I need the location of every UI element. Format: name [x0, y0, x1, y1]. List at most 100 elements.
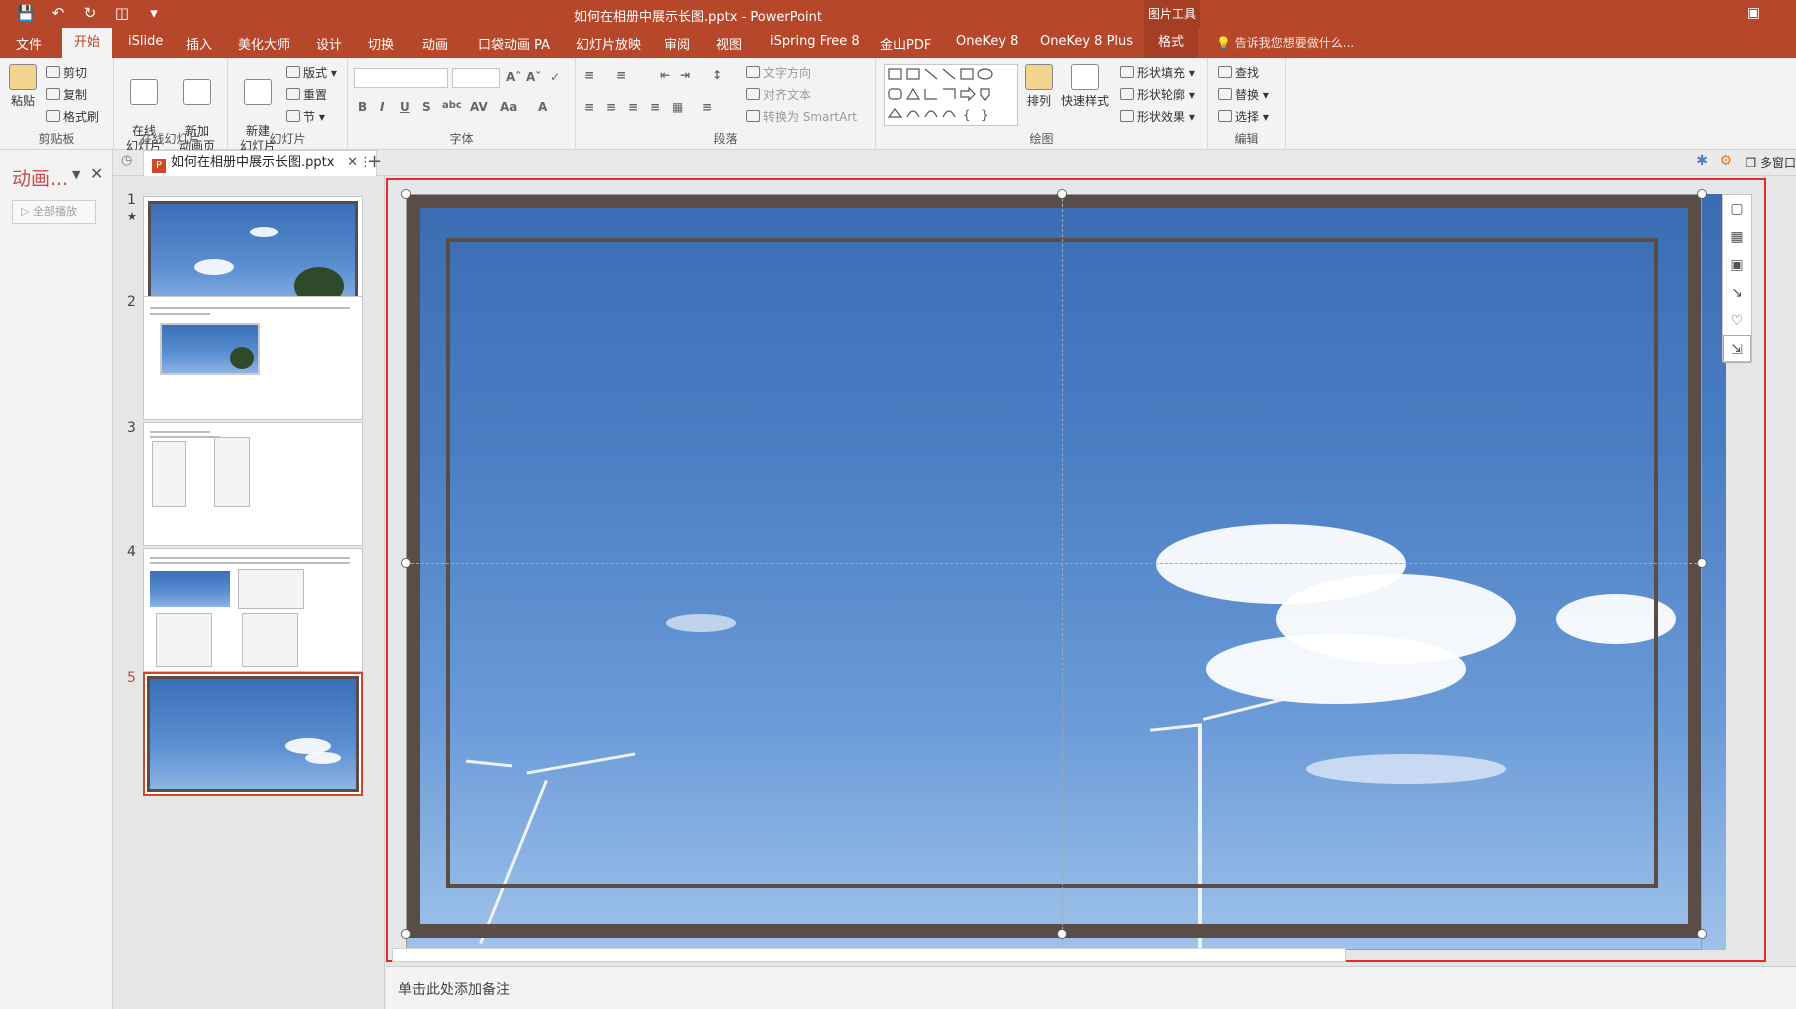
text-line — [150, 431, 210, 433]
tab-design[interactable]: 设计 — [316, 34, 342, 53]
slide-number: 2 — [127, 294, 136, 310]
text-direction-button[interactable]: 文字方向 — [746, 64, 811, 81]
select-button[interactable]: 选择 ▾ — [1218, 108, 1269, 125]
play-all-label: 全部播放 — [32, 205, 77, 218]
drawing-group: {} 排列 快速样式 形状填充 ▾ 形状轮廓 ▾ 形状效果 ▾ 绘图 — [876, 58, 1208, 150]
play-all-button[interactable]: ▷ 全部播放 — [12, 200, 96, 224]
numbering-icon[interactable]: ≡ — [616, 68, 626, 82]
shape-outline-button[interactable]: 形状轮廓 ▾ — [1120, 86, 1195, 103]
shadow-icon[interactable]: S — [422, 100, 431, 114]
copy-button[interactable]: 复制 — [46, 86, 87, 103]
document-tab[interactable]: P 如何在相册中展示长图.pptx ✕ ⋮ — [143, 150, 377, 176]
bold-icon[interactable]: B — [358, 100, 367, 114]
add-tab-icon[interactable]: + — [367, 151, 382, 172]
tab-kingsoft-pdf[interactable]: 金山PDF — [880, 34, 931, 53]
reset-button[interactable]: 重置 — [286, 86, 327, 103]
replace-button[interactable]: 替换 ▾ — [1218, 86, 1269, 103]
paste-button[interactable]: 粘贴 — [6, 64, 40, 109]
text-direction-icon — [746, 66, 760, 78]
underline-icon[interactable]: U — [400, 100, 410, 114]
tab-transitions[interactable]: 切换 — [368, 34, 394, 53]
gear-icon[interactable]: ⚙ — [1719, 153, 1732, 169]
tab-islide[interactable]: iSlide — [128, 34, 163, 49]
history-icon[interactable]: ◷ — [121, 153, 132, 168]
font-size-box[interactable] — [452, 68, 500, 88]
slide-number: 5 — [127, 670, 136, 686]
quick-styles-button[interactable]: 快速样式 — [1060, 64, 1110, 109]
settings-icon[interactable]: ✱ — [1696, 153, 1708, 169]
tab-onekey8-plus[interactable]: OneKey 8 Plus — [1040, 34, 1133, 49]
clear-format-icon[interactable]: ✓ — [550, 70, 560, 84]
tab-review[interactable]: 审阅 — [664, 34, 690, 53]
section-label: 节 — [303, 110, 316, 124]
bullets-icon[interactable]: ≡ — [584, 68, 594, 82]
tab-home[interactable]: 开始 — [62, 28, 113, 58]
shape-fill-button[interactable]: 形状填充 ▾ — [1120, 64, 1195, 81]
find-button[interactable]: 查找 — [1218, 64, 1259, 81]
section-button[interactable]: 节 ▾ — [286, 108, 325, 125]
cursor-icon — [1218, 110, 1232, 122]
shape-effects-button[interactable]: 形状效果 ▾ — [1120, 108, 1195, 125]
horizontal-scrollbar[interactable] — [392, 948, 1346, 962]
slide-thumbnail-2[interactable] — [143, 296, 363, 420]
cloud — [250, 227, 278, 237]
screenshot — [156, 613, 212, 667]
slide-thumbnail-5[interactable] — [143, 672, 363, 796]
arrange-icon — [1025, 64, 1053, 90]
tell-me-box[interactable]: 💡 告诉我您想要做什么... — [1216, 34, 1354, 51]
tab-animations[interactable]: 动画 — [422, 34, 448, 53]
notes-pane[interactable]: 单击此处添加备注 — [386, 966, 1796, 1009]
shapes-gallery[interactable]: {} — [884, 64, 1018, 126]
font-name-box[interactable] — [354, 68, 448, 88]
tab-view[interactable]: 视图 — [716, 34, 742, 53]
align-text-button[interactable]: 对齐文本 — [746, 86, 811, 103]
font-color-icon[interactable]: A — [538, 100, 547, 114]
strikethrough-icon[interactable]: abc — [442, 100, 462, 111]
grow-font-icon[interactable]: Aˆ — [506, 70, 521, 84]
paragraph-group-label: 段落 — [713, 132, 738, 146]
ribbon: 粘贴 剪切 复制 格式刷 剪贴板 在线 幻灯片 新加 动画页 在线幻灯片 新建 … — [0, 58, 1796, 153]
align-left-icon[interactable]: ≡ — [584, 100, 594, 114]
document-tab-name: 如何在相册中展示长图.pptx — [171, 155, 335, 170]
slide-thumbnail-3[interactable] — [143, 422, 363, 546]
align-right-icon[interactable]: ≡ — [628, 100, 638, 114]
align-center-icon[interactable]: ≡ — [606, 100, 616, 114]
tab-file[interactable]: 文件 — [16, 34, 42, 53]
close-icon[interactable]: ✕ — [90, 164, 103, 183]
char-spacing-icon[interactable]: AV — [470, 100, 488, 114]
tab-onekey8[interactable]: OneKey 8 — [956, 34, 1018, 49]
columns-icon[interactable]: ▦ — [672, 100, 683, 114]
distributed-icon[interactable]: ≡ — [702, 100, 712, 114]
cloud — [194, 259, 234, 275]
smartart-button[interactable]: 转换为 SmartArt — [746, 108, 857, 125]
restore-ribbon-icon[interactable]: ▣ — [1747, 5, 1760, 21]
increase-indent-icon[interactable]: ⇥ — [680, 68, 690, 82]
layout-button[interactable]: 版式 ▾ — [286, 64, 337, 81]
change-case-icon[interactable]: Aa — [500, 100, 517, 114]
line-spacing-icon[interactable]: ↕ — [712, 68, 722, 82]
italic-icon[interactable]: I — [380, 100, 384, 114]
arrange-button[interactable]: 排列 — [1022, 64, 1056, 109]
slide-thumbnail-4[interactable] — [143, 548, 363, 672]
chevron-down-icon[interactable]: ▼ — [72, 168, 80, 181]
decrease-indent-icon[interactable]: ⇤ — [660, 68, 670, 82]
copy-icon — [46, 88, 60, 100]
tab-pocket-animation[interactable]: 口袋动画 PA — [478, 34, 550, 53]
shrink-font-icon[interactable]: Aˇ — [526, 70, 541, 84]
tab-ispring[interactable]: iSpring Free 8 — [770, 34, 860, 49]
smartart-label: 转换为 SmartArt — [763, 110, 857, 124]
multi-window-button[interactable]: ❐ 多窗口 — [1745, 154, 1796, 171]
tab-format[interactable]: 格式 — [1144, 28, 1199, 58]
tab-meihua[interactable]: 美化大师 — [238, 34, 290, 53]
tab-slideshow[interactable]: 幻灯片放映 — [576, 34, 641, 53]
svg-text:}: } — [981, 108, 989, 122]
document-tab-strip: ◷ P 如何在相册中展示长图.pptx ✕ ⋮ + ✱ ⚙ ❐ 多窗口 — [113, 150, 1796, 176]
cut-button[interactable]: 剪切 — [46, 64, 87, 81]
format-painter-button[interactable]: 格式刷 — [46, 108, 99, 125]
tab-insert[interactable]: 插入 — [186, 34, 212, 53]
thumb-sky — [147, 676, 359, 792]
close-tab-icon[interactable]: ✕ — [347, 151, 358, 175]
justify-icon[interactable]: ≡ — [650, 100, 660, 114]
cut-label: 剪切 — [63, 66, 88, 80]
slides-group: 新建 幻灯片 版式 ▾ 重置 节 ▾ 幻灯片 — [228, 58, 348, 153]
